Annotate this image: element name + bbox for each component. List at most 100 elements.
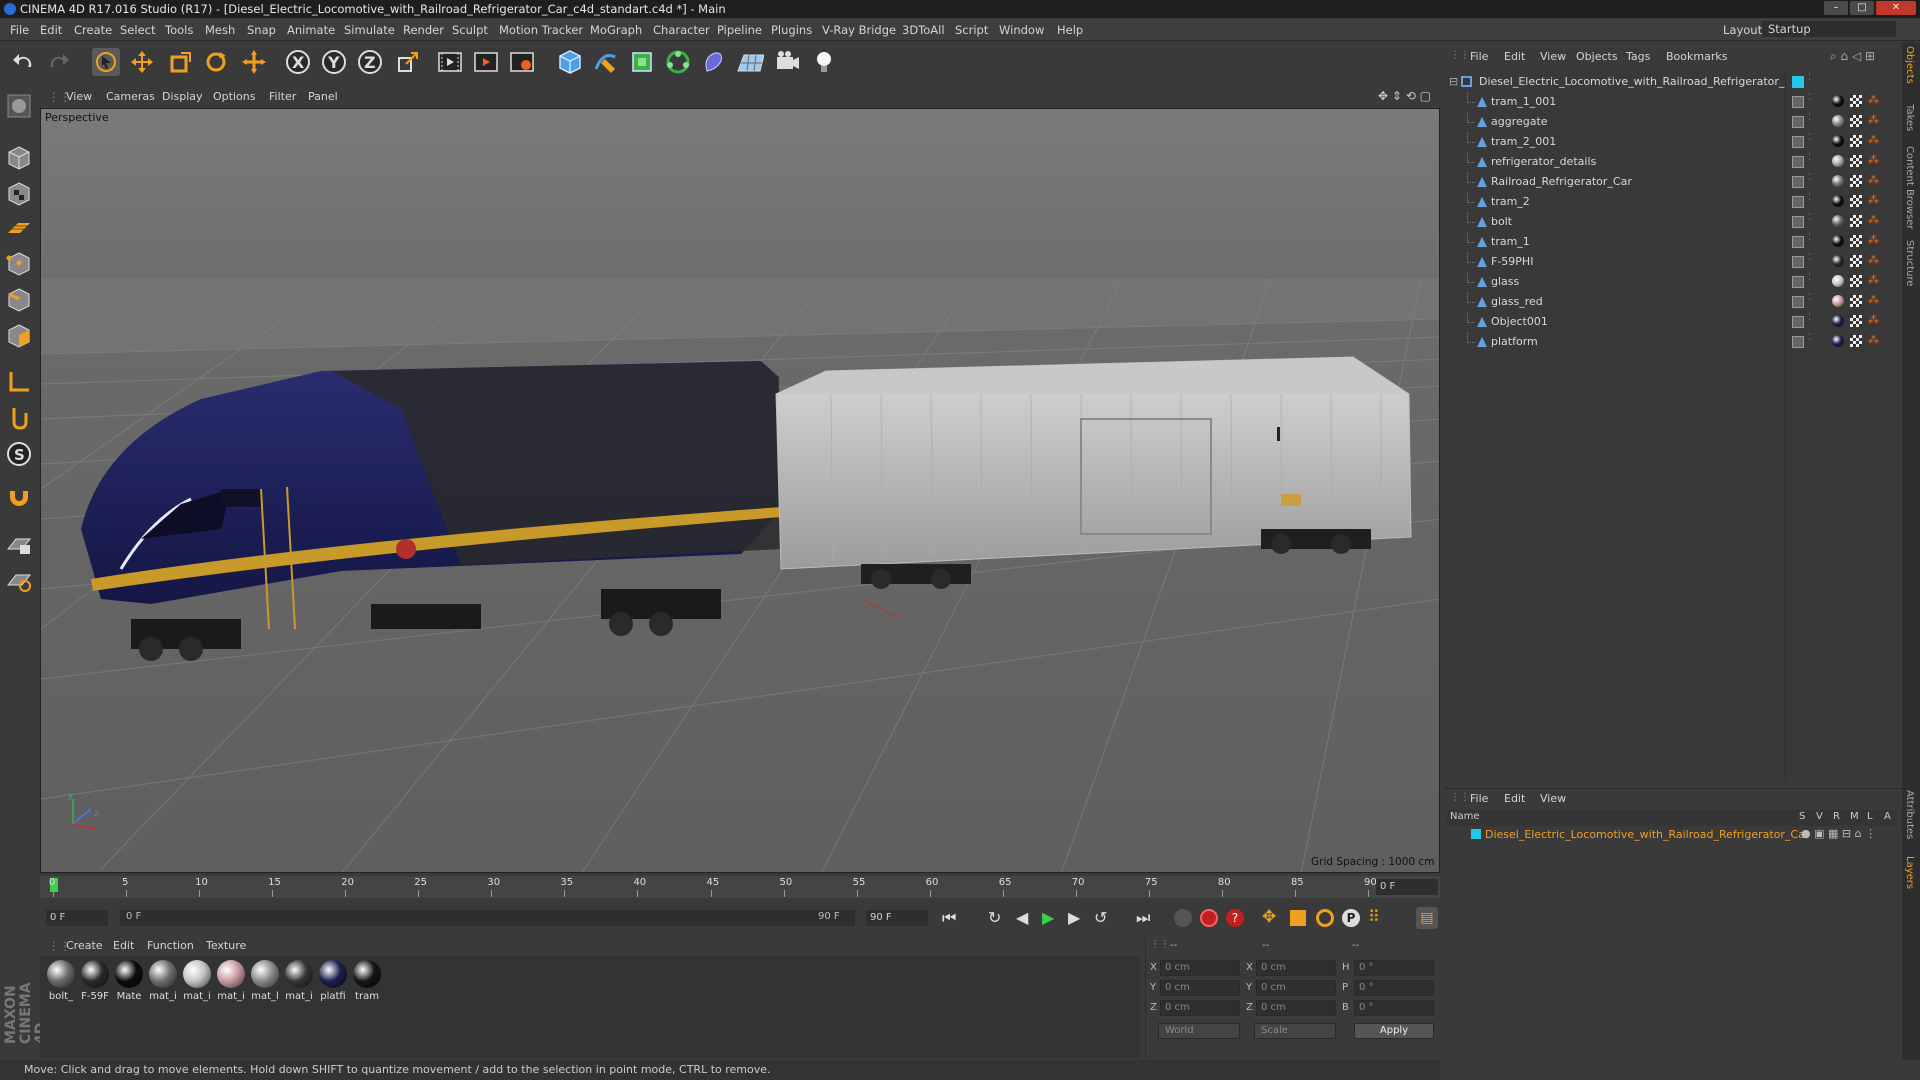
menu-help[interactable]: Help [1057,23,1083,37]
step-forward-icon[interactable]: ▶ [1068,908,1080,927]
material-item[interactable]: mat_l [250,960,280,1002]
coord-value-field[interactable]: 0 cm [1160,960,1240,976]
menu-create[interactable]: Create [74,23,112,37]
uvw-tag-icon[interactable] [1850,135,1862,147]
material-item[interactable]: tram [352,960,382,1002]
object-row[interactable]: platform [1447,332,1785,352]
layer-menu-file[interactable]: File [1470,792,1488,805]
collapse-icon[interactable]: ⊟ [1449,72,1458,92]
viewport-menu-options[interactable]: Options [213,90,255,103]
object-menu-objects[interactable]: Objects [1576,50,1618,63]
menu-mesh[interactable]: Mesh [205,23,235,37]
uvw-tag-icon[interactable] [1850,195,1862,207]
edit-check-icon[interactable] [1792,336,1804,348]
symmetry-icon[interactable] [3,564,35,596]
object-row[interactable]: F-59PHI [1447,252,1785,272]
viewport-nav-icons[interactable]: ✥ ⇕ ⟲ ▢ [1378,89,1431,103]
material-tag-icon[interactable] [1832,255,1844,267]
y-axis-icon[interactable]: Y [320,48,348,76]
edit-check-icon[interactable] [1792,316,1804,328]
points-mode-icon[interactable] [3,248,35,280]
visibility-dots-icon[interactable]: ⁚ [1808,313,1811,323]
menu-script[interactable]: Script [955,23,988,37]
grid-lock-icon[interactable] [3,528,35,560]
uvw-tag-icon[interactable] [1850,175,1862,187]
edit-check-icon[interactable] [1792,96,1804,108]
material-menu-function[interactable]: Function [147,939,194,952]
object-menu-tags[interactable]: Tags [1626,50,1650,63]
viewport-menu-filter[interactable]: Filter [269,90,296,103]
tweak-mode-icon[interactable] [3,402,35,434]
material-tag-icon[interactable] [1832,315,1844,327]
coord-value-field[interactable]: 0 ° [1354,980,1434,996]
layer-row[interactable]: Diesel_Electric_Locomotive_with_Railroad… [1447,826,1897,844]
menu-file[interactable]: File [10,23,29,37]
object-row[interactable]: Railroad_Refrigerator_Car [1447,172,1785,192]
object-search-icons[interactable]: ⌕ ⌂ ◁ ⊞ [1830,49,1875,64]
coord-space-dropdown[interactable]: World [1158,1023,1240,1039]
material-tag-icon[interactable] [1832,175,1844,187]
select-arrow-icon[interactable] [92,48,120,76]
object-menu-view[interactable]: View [1540,50,1566,63]
uvw-tag-icon[interactable] [1850,235,1862,247]
uvw-tag-icon[interactable] [1850,315,1862,327]
coord-value-field[interactable]: 0 cm [1160,980,1240,996]
edit-check-icon[interactable] [1792,116,1804,128]
x-axis-icon[interactable]: X [284,48,312,76]
coord-value-field[interactable]: 0 cm [1160,1000,1240,1016]
visibility-dots-icon[interactable]: ⁚ [1808,113,1811,123]
material-menu-create[interactable]: Create [66,939,103,952]
menu-vray-bridge[interactable]: V-Ray Bridge [822,23,896,37]
step-back-icon[interactable]: ◀ [1016,908,1028,927]
rotate-icon[interactable] [202,48,230,76]
phong-tag-icon[interactable]: ⁂ [1868,253,1879,266]
render-picture-viewer-icon[interactable] [472,48,500,76]
next-key-icon[interactable]: ↺ [1094,908,1107,927]
object-row[interactable]: tram_2 [1447,192,1785,212]
model-mode-icon[interactable] [3,142,35,174]
play-icon[interactable]: ▶ [1042,908,1054,927]
object-menu-file[interactable]: File [1470,50,1488,63]
edit-check-icon[interactable] [1792,276,1804,288]
layer-color-swatch[interactable] [1792,76,1804,88]
object-row[interactable]: glass_red [1447,292,1785,312]
phong-tag-icon[interactable]: ⁂ [1868,173,1879,186]
light-icon[interactable] [810,48,838,76]
end-frame-field[interactable]: 90 F [866,910,928,926]
menu-plugins[interactable]: Plugins [771,23,812,37]
tab-layers[interactable]: Layers [1904,856,1915,889]
material-item[interactable]: mat_i [148,960,178,1002]
material-item[interactable]: mat_i [182,960,212,1002]
material-tag-icon[interactable] [1832,215,1844,227]
material-menu-edit[interactable]: Edit [113,939,134,952]
layer-menu-edit[interactable]: Edit [1504,792,1525,805]
menu-mograph[interactable]: MoGraph [590,23,642,37]
object-row[interactable]: aggregate [1447,112,1785,132]
edit-check-icon[interactable] [1792,236,1804,248]
object-row[interactable]: glass [1447,272,1785,292]
redo-icon[interactable] [44,48,72,76]
menu-motion-tracker[interactable]: Motion Tracker [499,23,583,37]
phong-tag-icon[interactable]: ⁂ [1868,313,1879,326]
visibility-dots-icon[interactable]: ⁚ [1808,153,1811,163]
cube-icon[interactable] [556,48,584,76]
maximize-button[interactable]: □ [1850,1,1874,15]
edit-check-icon[interactable] [1792,256,1804,268]
tab-content-browser[interactable]: Content Browser [1904,146,1915,229]
coord-mode-dropdown[interactable]: Scale [1254,1023,1336,1039]
object-row[interactable]: tram_2_001 [1447,132,1785,152]
visibility-dots-icon[interactable]: ⁚ [1808,253,1811,263]
record-off-icon[interactable] [1174,909,1192,927]
tab-takes[interactable]: Takes [1904,104,1915,131]
key-position-icon[interactable]: ✥ [1262,907,1276,927]
menu-character[interactable]: Character [653,23,710,37]
uvw-tag-icon[interactable] [1850,95,1862,107]
tab-objects[interactable]: Objects [1904,46,1915,84]
visibility-dots-icon[interactable]: ⁚ [1808,233,1811,243]
object-menu-bookmarks[interactable]: Bookmarks [1666,50,1727,63]
material-item[interactable]: Mate [114,960,144,1002]
viewport-menu-panel[interactable]: Panel [308,90,338,103]
visibility-dots-icon[interactable]: ⁚ [1808,213,1811,223]
object-root-row[interactable]: ⊟ Diesel_Electric_Locomotive_with_Railro… [1447,72,1803,92]
layer-menu-view[interactable]: View [1540,792,1566,805]
